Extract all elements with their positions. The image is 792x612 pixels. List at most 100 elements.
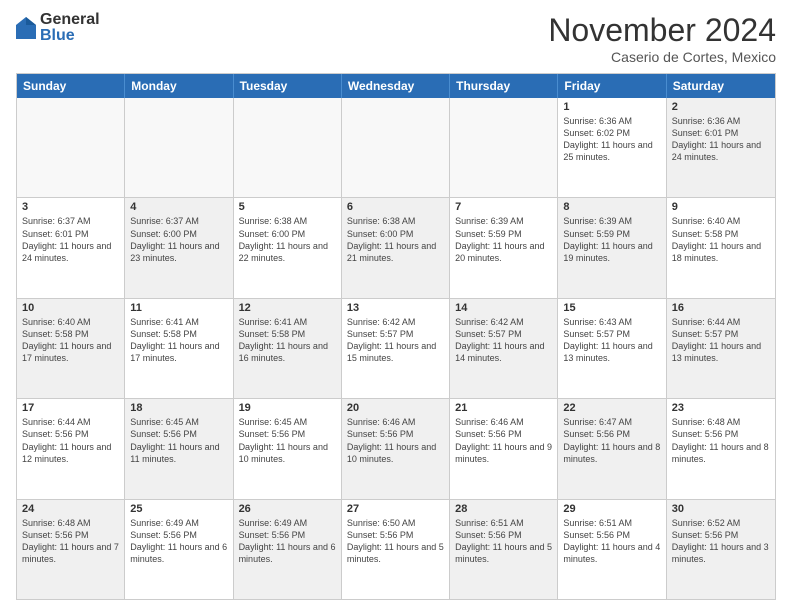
cal-cell: 4 Sunrise: 6:37 AM Sunset: 6:00 PM Daylig… (125, 198, 233, 297)
cal-cell (450, 98, 558, 197)
cal-cell (234, 98, 342, 197)
day-info: Sunrise: 6:38 AM Sunset: 6:00 PM Dayligh… (239, 215, 336, 264)
month-title: November 2024 (548, 12, 776, 49)
cal-row: 24Sunrise: 6:48 AM Sunset: 5:56 PM Dayli… (17, 500, 775, 599)
cal-header-cell: Monday (125, 74, 233, 98)
cal-row: 17 Sunrise: 6:44 AM Sunset: 5:56 PM Dayli… (17, 399, 775, 499)
cal-cell: 15Sunrise: 6:43 AM Sunset: 5:57 PM Dayli… (558, 299, 666, 398)
cal-row: 10Sunrise: 6:40 AM Sunset: 5:58 PM Dayli… (17, 299, 775, 399)
day-info: Sunrise: 6:52 AM Sunset: 5:56 PM Dayligh… (672, 517, 770, 566)
day-number: 6 (347, 201, 444, 213)
cal-cell: 21 Sunrise: 6:46 AM Sunset: 5:56 PM Dayli… (450, 399, 558, 498)
cal-header-cell: Sunday (17, 74, 125, 98)
day-number: 7 (455, 201, 552, 213)
day-info: Sunrise: 6:37 AM Sunset: 6:00 PM Dayligh… (130, 215, 227, 264)
day-info: Sunrise: 6:38 AM Sunset: 6:00 PM Dayligh… (347, 215, 444, 264)
cal-cell: 10Sunrise: 6:40 AM Sunset: 5:58 PM Dayli… (17, 299, 125, 398)
cal-cell: 13 Sunrise: 6:42 AM Sunset: 5:57 PM Dayli… (342, 299, 450, 398)
cal-cell: 16 Sunrise: 6:44 AM Sunset: 5:57 PM Dayli… (667, 299, 775, 398)
day-info: Sunrise: 6:46 AM Sunset: 5:56 PM Dayligh… (347, 416, 444, 465)
day-number: 15 (563, 302, 660, 314)
cal-cell: 5 Sunrise: 6:38 AM Sunset: 6:00 PM Daylig… (234, 198, 342, 297)
day-info: Sunrise: 6:49 AM Sunset: 5:56 PM Dayligh… (239, 517, 336, 566)
title-section: November 2024 Caserio de Cortes, Mexico (548, 12, 776, 65)
day-number: 19 (239, 402, 336, 414)
day-info: Sunrise: 6:45 AM Sunset: 5:56 PM Dayligh… (130, 416, 227, 465)
day-info: Sunrise: 6:47 AM Sunset: 5:56 PM Dayligh… (563, 416, 660, 465)
cal-cell: 17 Sunrise: 6:44 AM Sunset: 5:56 PM Dayli… (17, 399, 125, 498)
day-number: 27 (347, 503, 444, 515)
day-info: Sunrise: 6:51 AM Sunset: 5:56 PM Dayligh… (455, 517, 552, 566)
cal-cell (342, 98, 450, 197)
location: Caserio de Cortes, Mexico (548, 49, 776, 65)
day-number: 17 (22, 402, 119, 414)
day-info: Sunrise: 6:46 AM Sunset: 5:56 PM Dayligh… (455, 416, 552, 465)
cal-cell: 3Sunrise: 6:37 AM Sunset: 6:01 PM Daylig… (17, 198, 125, 297)
cal-cell: 18 Sunrise: 6:45 AM Sunset: 5:56 PM Dayli… (125, 399, 233, 498)
cal-cell: 23 Sunrise: 6:48 AM Sunset: 5:56 PM Dayli… (667, 399, 775, 498)
day-number: 25 (130, 503, 227, 515)
cal-header-cell: Saturday (667, 74, 775, 98)
cal-cell: 24Sunrise: 6:48 AM Sunset: 5:56 PM Dayli… (17, 500, 125, 599)
day-number: 4 (130, 201, 227, 213)
cal-cell: 12 Sunrise: 6:41 AM Sunset: 5:58 PM Dayli… (234, 299, 342, 398)
day-number: 5 (239, 201, 336, 213)
cal-cell: 20 Sunrise: 6:46 AM Sunset: 5:56 PM Dayli… (342, 399, 450, 498)
logo: General Blue (16, 12, 100, 44)
cal-header-cell: Thursday (450, 74, 558, 98)
cal-cell: 27Sunrise: 6:50 AM Sunset: 5:56 PM Dayli… (342, 500, 450, 599)
cal-cell: 1 Sunrise: 6:36 AM Sunset: 6:02 PM Daylig… (558, 98, 666, 197)
day-info: Sunrise: 6:44 AM Sunset: 5:57 PM Dayligh… (672, 316, 770, 365)
day-number: 21 (455, 402, 552, 414)
cal-header-cell: Wednesday (342, 74, 450, 98)
calendar: SundayMondayTuesdayWednesdayThursdayFrid… (16, 73, 776, 600)
cal-cell: 8Sunrise: 6:39 AM Sunset: 5:59 PM Daylig… (558, 198, 666, 297)
logo-blue: Blue (40, 28, 100, 44)
day-number: 28 (455, 503, 552, 515)
day-number: 3 (22, 201, 119, 213)
day-number: 1 (563, 101, 660, 113)
day-number: 26 (239, 503, 336, 515)
day-number: 13 (347, 302, 444, 314)
header: General Blue November 2024 Caserio de Co… (16, 12, 776, 65)
day-number: 14 (455, 302, 552, 314)
day-info: Sunrise: 6:48 AM Sunset: 5:56 PM Dayligh… (672, 416, 770, 465)
day-number: 20 (347, 402, 444, 414)
day-info: Sunrise: 6:39 AM Sunset: 5:59 PM Dayligh… (455, 215, 552, 264)
day-number: 2 (672, 101, 770, 113)
day-number: 12 (239, 302, 336, 314)
cal-cell (17, 98, 125, 197)
day-number: 10 (22, 302, 119, 314)
cal-cell: 30Sunrise: 6:52 AM Sunset: 5:56 PM Dayli… (667, 500, 775, 599)
cal-cell: 19 Sunrise: 6:45 AM Sunset: 5:56 PM Dayli… (234, 399, 342, 498)
cal-header-cell: Friday (558, 74, 666, 98)
cal-cell: 2 Sunrise: 6:36 AM Sunset: 6:01 PM Daylig… (667, 98, 775, 197)
day-info: Sunrise: 6:44 AM Sunset: 5:56 PM Dayligh… (22, 416, 119, 465)
day-info: Sunrise: 6:41 AM Sunset: 5:58 PM Dayligh… (239, 316, 336, 365)
day-number: 18 (130, 402, 227, 414)
cal-header-cell: Tuesday (234, 74, 342, 98)
day-info: Sunrise: 6:40 AM Sunset: 5:58 PM Dayligh… (672, 215, 770, 264)
day-number: 23 (672, 402, 770, 414)
cal-cell: 11Sunrise: 6:41 AM Sunset: 5:58 PM Dayli… (125, 299, 233, 398)
day-info: Sunrise: 6:36 AM Sunset: 6:02 PM Dayligh… (563, 115, 660, 164)
page: General Blue November 2024 Caserio de Co… (0, 0, 792, 612)
calendar-header: SundayMondayTuesdayWednesdayThursdayFrid… (17, 74, 775, 98)
cal-cell: 14 Sunrise: 6:42 AM Sunset: 5:57 PM Dayli… (450, 299, 558, 398)
day-info: Sunrise: 6:49 AM Sunset: 5:56 PM Dayligh… (130, 517, 227, 566)
day-info: Sunrise: 6:45 AM Sunset: 5:56 PM Dayligh… (239, 416, 336, 465)
cal-cell: 22Sunrise: 6:47 AM Sunset: 5:56 PM Dayli… (558, 399, 666, 498)
cal-row: 3Sunrise: 6:37 AM Sunset: 6:01 PM Daylig… (17, 198, 775, 298)
day-info: Sunrise: 6:42 AM Sunset: 5:57 PM Dayligh… (347, 316, 444, 365)
day-number: 9 (672, 201, 770, 213)
day-info: Sunrise: 6:48 AM Sunset: 5:56 PM Dayligh… (22, 517, 119, 566)
day-info: Sunrise: 6:41 AM Sunset: 5:58 PM Dayligh… (130, 316, 227, 365)
cal-cell: 25 Sunrise: 6:49 AM Sunset: 5:56 PM Dayli… (125, 500, 233, 599)
day-info: Sunrise: 6:42 AM Sunset: 5:57 PM Dayligh… (455, 316, 552, 365)
logo-text: General Blue (40, 12, 100, 44)
day-number: 16 (672, 302, 770, 314)
calendar-body: 1 Sunrise: 6:36 AM Sunset: 6:02 PM Daylig… (17, 98, 775, 599)
cal-row: 1 Sunrise: 6:36 AM Sunset: 6:02 PM Daylig… (17, 98, 775, 198)
cal-cell: 29Sunrise: 6:51 AM Sunset: 5:56 PM Dayli… (558, 500, 666, 599)
day-info: Sunrise: 6:36 AM Sunset: 6:01 PM Dayligh… (672, 115, 770, 164)
